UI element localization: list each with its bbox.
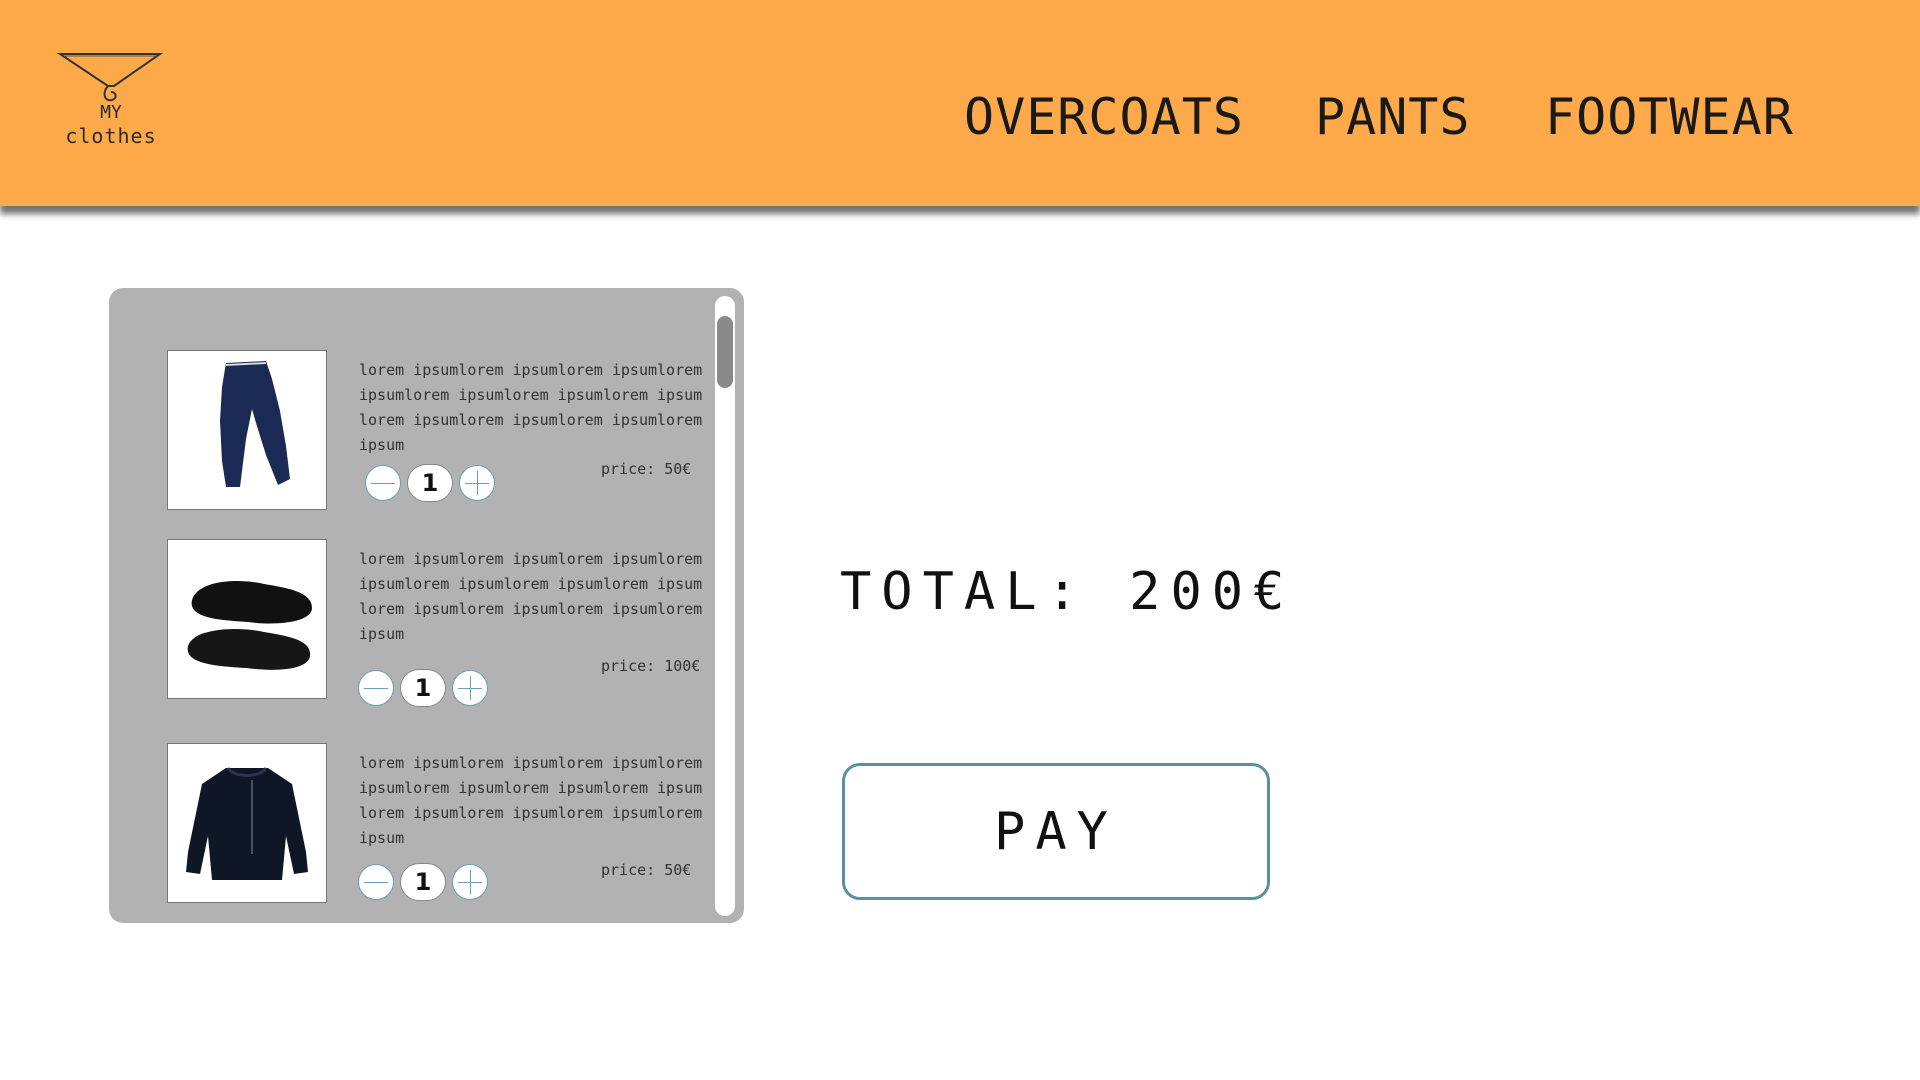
jacket-icon	[186, 766, 308, 880]
decrease-button[interactable]	[358, 670, 394, 706]
plus-icon-vertical	[470, 676, 471, 700]
cart-item: lorem ipsumlorem ipsumlorem ipsumlorem i…	[109, 539, 709, 709]
product-image-jacket	[167, 743, 327, 903]
item-description: lorem ipsumlorem ipsumlorem ipsumlorem i…	[359, 361, 703, 454]
total-amount: TOTAL: 200€	[840, 562, 1295, 622]
header-bar: MY clothes OVERCOATS PANTS FOOTWEAR	[0, 0, 1920, 206]
product-image-jeans	[167, 350, 327, 510]
product-image-boots	[167, 539, 327, 699]
logo[interactable]: MY clothes	[56, 50, 166, 155]
jeans-icon	[220, 361, 290, 487]
hanger-icon	[56, 53, 164, 102]
increase-button[interactable]	[452, 864, 488, 900]
minus-icon	[364, 882, 388, 883]
quantity-stepper: 1	[365, 464, 495, 502]
scrollbar-track[interactable]	[715, 296, 735, 916]
minus-icon	[364, 688, 388, 689]
quantity-value[interactable]: 1	[400, 669, 446, 707]
item-price: price: 100€	[601, 657, 701, 675]
increase-button[interactable]	[459, 465, 495, 501]
decrease-button[interactable]	[365, 465, 401, 501]
quantity-stepper: 1	[358, 669, 488, 707]
quantity-value[interactable]: 1	[407, 464, 453, 502]
increase-button[interactable]	[452, 670, 488, 706]
cart-item: lorem ipsumlorem ipsumlorem ipsumlorem i…	[109, 350, 709, 520]
quantity-value[interactable]: 1	[400, 863, 446, 901]
item-price: price: 50€	[601, 861, 692, 879]
minus-icon	[371, 483, 395, 484]
item-description: lorem ipsumlorem ipsumlorem ipsumlorem i…	[359, 754, 703, 847]
item-description: lorem ipsumlorem ipsumlorem ipsumlorem i…	[359, 550, 703, 643]
logo-text-top: MY	[100, 102, 122, 123]
cart-item: lorem ipsumlorem ipsumlorem ipsumlorem i…	[109, 743, 709, 913]
nav-overcoats[interactable]: OVERCOATS	[964, 88, 1244, 146]
nav-footwear[interactable]: FOOTWEAR	[1545, 88, 1794, 146]
cart-list[interactable]: lorem ipsumlorem ipsumlorem ipsumlorem i…	[109, 288, 744, 923]
decrease-button[interactable]	[358, 864, 394, 900]
quantity-stepper: 1	[358, 863, 488, 901]
plus-icon-vertical	[477, 471, 478, 495]
plus-icon-vertical	[470, 870, 471, 894]
nav-pants[interactable]: PANTS	[1315, 88, 1471, 146]
boots-icon	[187, 581, 312, 670]
pay-button[interactable]: PAY	[842, 763, 1270, 900]
scrollbar-thumb[interactable]	[717, 316, 733, 388]
logo-text-bottom: clothes	[65, 124, 157, 148]
item-price: price: 50€	[601, 460, 692, 478]
